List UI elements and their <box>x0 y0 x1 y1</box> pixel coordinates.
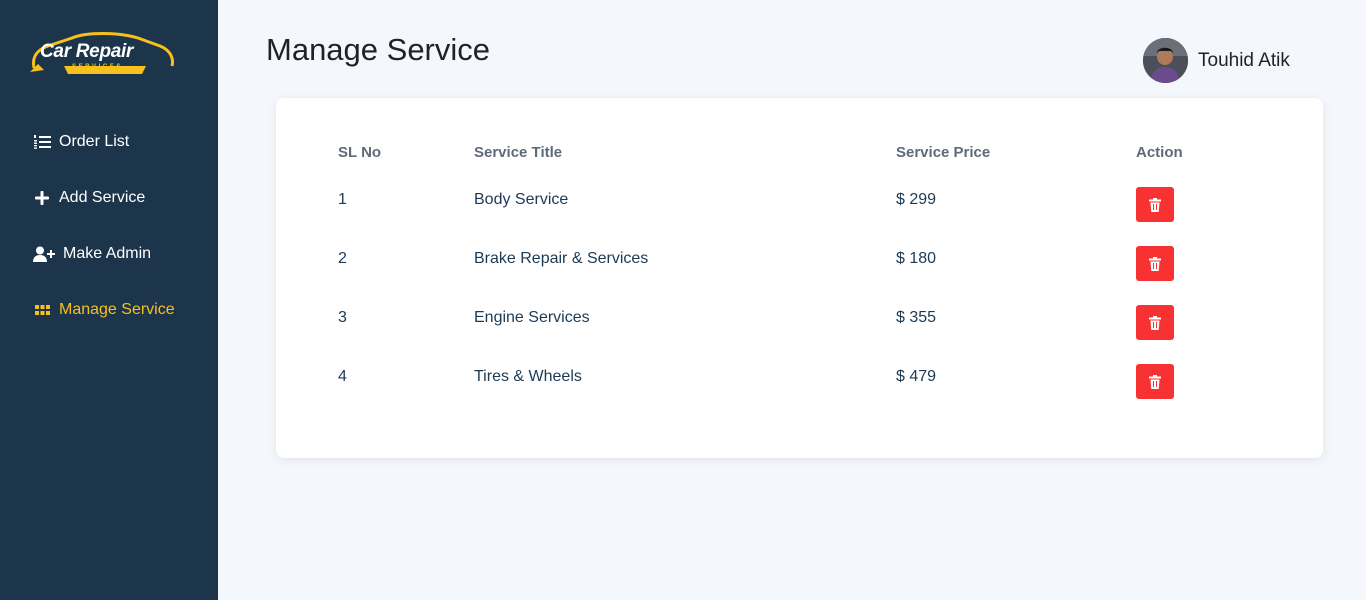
car-repair-logo[interactable]: Car Repair SERVICES <box>28 28 176 80</box>
delete-button[interactable] <box>1136 305 1174 340</box>
service-title-cell: Tires & Wheels <box>474 368 582 385</box>
sl-no-cell: 1 <box>338 191 347 208</box>
table-row: 3 Engine Services $ 355 <box>276 305 1323 349</box>
logo-subtitle: SERVICES <box>72 64 124 70</box>
sidebar-item-make-admin[interactable]: Make Admin <box>33 243 151 265</box>
table-row: 4 Tires & Wheels $ 479 <box>276 364 1323 408</box>
services-table-card: SL No Service Title Service Price Action… <box>276 98 1323 458</box>
user-plus-icon <box>33 245 55 263</box>
user-profile[interactable]: Touhid Atik <box>1143 38 1290 83</box>
user-name: Touhid Atik <box>1198 49 1290 71</box>
trash-icon <box>1149 256 1161 271</box>
sl-no-cell: 2 <box>338 250 347 267</box>
ordered-list-icon <box>33 133 51 151</box>
service-price-cell: $ 355 <box>896 309 937 326</box>
sidebar-item-label: Order List <box>59 133 130 150</box>
trash-icon <box>1149 315 1161 330</box>
service-title-cell: Engine Services <box>474 309 590 326</box>
trash-icon <box>1149 197 1161 212</box>
sidebar-item-add-service[interactable]: Add Service <box>33 187 145 209</box>
sidebar-item-label: Manage Service <box>59 301 175 318</box>
sidebar-item-label: Add Service <box>59 189 146 206</box>
delete-button[interactable] <box>1136 364 1174 399</box>
trash-icon <box>1149 374 1161 389</box>
grid-icon <box>33 301 51 319</box>
sl-no-cell: 3 <box>338 309 347 326</box>
plus-icon <box>33 189 51 207</box>
table-row: 2 Brake Repair & Services $ 180 <box>276 246 1323 290</box>
column-header-sl-no: SL No <box>338 144 382 161</box>
page-title: Manage Service <box>266 32 491 67</box>
column-header-service-price: Service Price <box>896 144 991 161</box>
column-header-service-title: Service Title <box>474 144 563 161</box>
delete-button[interactable] <box>1136 187 1174 222</box>
service-price-cell: $ 479 <box>896 368 937 385</box>
column-header-action: Action <box>1136 144 1183 161</box>
service-price-cell: $ 299 <box>896 191 937 208</box>
sl-no-cell: 4 <box>338 368 347 385</box>
sidebar-item-manage-service[interactable]: Manage Service <box>33 299 175 321</box>
sidebar-item-label: Make Admin <box>63 245 152 262</box>
table-row: 1 Body Service $ 299 <box>276 187 1323 231</box>
sidebar-item-order-list[interactable]: Order List <box>33 131 129 153</box>
logo-title: Car Repair <box>40 41 134 62</box>
service-title-cell: Body Service <box>474 191 569 208</box>
service-title-cell: Brake Repair & Services <box>474 250 649 267</box>
service-price-cell: $ 180 <box>896 250 937 267</box>
delete-button[interactable] <box>1136 246 1174 281</box>
sidebar: Car Repair SERVICES Order List Add Servi… <box>0 0 218 600</box>
avatar[interactable] <box>1143 38 1188 83</box>
